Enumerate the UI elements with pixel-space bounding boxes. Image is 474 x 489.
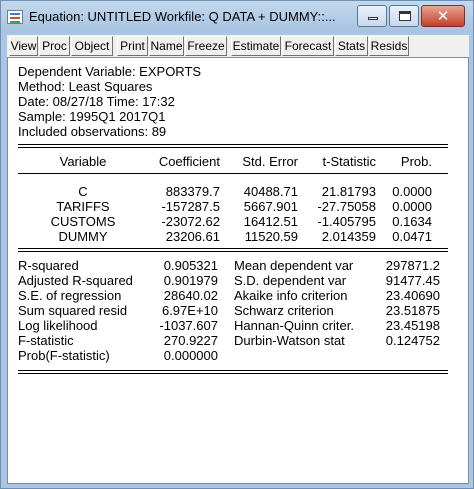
coef-row-variable: DUMMY [58, 229, 108, 244]
stat-value: 297871.2 [385, 258, 440, 273]
stat-label: Durbin-Watson stat [234, 333, 345, 348]
proc-button[interactable]: Proc [39, 36, 70, 56]
coef-row-coefficient: -157287.5 [161, 199, 220, 214]
minimize-button[interactable] [357, 5, 387, 27]
stats-button[interactable]: Stats [335, 36, 368, 56]
stats-top-rule-2 [18, 251, 448, 252]
stat-label: Adjusted R-squared [18, 273, 133, 288]
equation-window: Equation: UNTITLED Workfile: Q DATA + DU… [0, 0, 474, 489]
sample-range: Sample: 1995Q1 2017Q1 [18, 109, 166, 124]
minimize-icon [368, 17, 378, 20]
estimation-date: Date: 08/27/18 Time: 17:32 [18, 94, 175, 109]
coef-row-coefficient: 23206.61 [165, 229, 220, 244]
close-icon: ✕ [436, 7, 450, 25]
coef-row-prob: 0.0471 [392, 229, 432, 244]
coef-row-std-error: 16412.51 [243, 214, 298, 229]
equation-window-icon [7, 10, 23, 24]
stat-value: -1037.607 [159, 318, 218, 333]
toolbar: View Proc Object Print Name Freeze Estim… [7, 35, 469, 57]
stat-value: 0.905321 [163, 258, 218, 273]
stat-label: S.D. dependent var [234, 273, 347, 288]
coef-row-t-statistic: 21.81793 [321, 184, 376, 199]
col-std-error-header: Std. Error [242, 154, 298, 169]
coef-row-t-statistic: -27.75058 [317, 199, 376, 214]
coef-row-variable: TARIFFS [56, 199, 110, 214]
stat-label: Akaike info criterion [234, 288, 348, 303]
stat-value: 0.124752 [385, 333, 440, 348]
forecast-button[interactable]: Forecast [282, 36, 334, 56]
coef-row-std-error: 40488.71 [243, 184, 298, 199]
stat-value: 28640.02 [163, 288, 218, 303]
estimation-method: Method: Least Squares [18, 79, 153, 94]
col-prob-header: Prob. [400, 154, 432, 169]
maximize-icon [399, 11, 411, 21]
coef-row-coefficient: -23072.62 [161, 214, 220, 229]
stat-value: 0.901979 [163, 273, 218, 288]
name-button[interactable]: Name [149, 36, 184, 56]
maximize-button[interactable] [389, 5, 419, 27]
object-button[interactable]: Object [71, 36, 113, 56]
table-bottom-rule [18, 370, 448, 371]
coef-row-std-error: 5667.901 [243, 199, 298, 214]
title-bar[interactable]: Equation: UNTITLED Workfile: Q DATA + DU… [1, 1, 473, 33]
close-button[interactable]: ✕ [421, 5, 465, 27]
col-t-statistic-header: t-Statistic [322, 154, 376, 169]
header-rule [18, 173, 448, 174]
coef-row-variable: C [78, 184, 88, 199]
included-observations: Included observations: 89 [18, 124, 167, 139]
estimation-output[interactable]: Dependent Variable: EXPORTS Method: Leas… [7, 57, 469, 484]
stat-label: S.E. of regression [18, 288, 122, 303]
stat-value: 91477.45 [385, 273, 440, 288]
stat-value: 23.45198 [385, 318, 440, 333]
stat-label: Mean dependent var [234, 258, 354, 273]
coef-row-prob: 0.0000 [392, 199, 432, 214]
stat-label: Hannan-Quinn criter. [234, 318, 354, 333]
print-button[interactable]: Print [117, 36, 148, 56]
stats-top-rule [18, 248, 448, 249]
dependent-variable: Dependent Variable: EXPORTS [18, 64, 202, 79]
table-top-rule-2 [18, 147, 448, 148]
coef-row-prob: 0.0000 [392, 184, 432, 199]
coef-row-coefficient: 883379.7 [165, 184, 220, 199]
stat-label: Prob(F-statistic) [18, 348, 110, 363]
coef-row-t-statistic: 2.014359 [321, 229, 376, 244]
stat-value: 23.51875 [385, 303, 440, 318]
stat-value: 23.40690 [385, 288, 440, 303]
stat-value: 270.9227 [163, 333, 218, 348]
freeze-button[interactable]: Freeze [185, 36, 227, 56]
coef-row-variable: CUSTOMS [50, 214, 116, 229]
window-title: Equation: UNTITLED Workfile: Q DATA + DU… [29, 9, 336, 24]
stat-value: 0.000000 [163, 348, 218, 363]
col-coefficient-header: Coefficient [158, 154, 220, 169]
stat-label: F-statistic [18, 333, 74, 348]
estimate-button[interactable]: Estimate [231, 36, 281, 56]
stat-label: Sum squared resid [18, 303, 128, 318]
view-button[interactable]: View [9, 36, 38, 56]
table-bottom-rule-2 [18, 373, 448, 374]
resids-button[interactable]: Resids [369, 36, 409, 56]
col-variable-header: Variable [59, 154, 107, 169]
stat-label: Log likelihood [18, 318, 98, 333]
coef-row-prob: 0.1634 [392, 214, 432, 229]
stat-value: 6.97E+10 [161, 303, 218, 318]
stat-label: Schwarz criterion [234, 303, 334, 318]
stat-label: R-squared [18, 258, 79, 273]
coef-row-std-error: 11520.59 [244, 229, 298, 244]
coef-row-t-statistic: -1.405795 [317, 214, 376, 229]
table-top-rule [18, 144, 448, 145]
